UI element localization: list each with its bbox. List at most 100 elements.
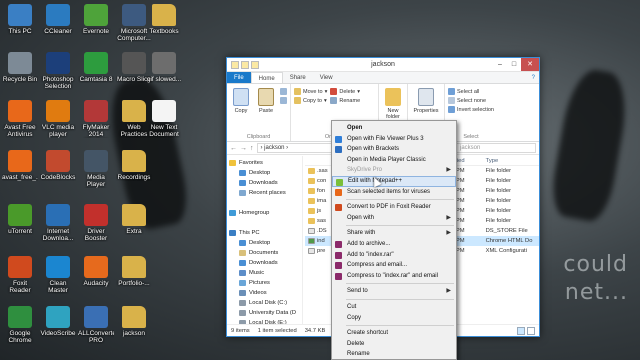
desktop-icon-item[interactable]: CCleaner xyxy=(40,4,76,35)
back-arrow-icon[interactable]: ← xyxy=(230,145,237,152)
winrar-icon xyxy=(335,251,342,259)
move-to-button[interactable]: Move to ▾ xyxy=(294,88,327,95)
details-view-icon[interactable] xyxy=(517,326,525,335)
menu-item-label: Delete xyxy=(347,340,365,347)
nav-pc-downloads[interactable]: Downloads xyxy=(227,258,302,268)
menu-item-delete[interactable]: Delete xyxy=(332,339,456,350)
desktop-icon-item[interactable]: CodeBlocks xyxy=(40,150,76,181)
desktop-icon-item[interactable]: Photoshop Selection xyxy=(40,52,76,90)
menu-item-rename[interactable]: Rename xyxy=(332,349,456,360)
desktop-icon-item[interactable]: jackson xyxy=(116,306,152,337)
desktop-icon-item[interactable]: This PC xyxy=(2,4,38,35)
menu-item-send-to[interactable]: Send to ▶ xyxy=(332,286,456,297)
nav-this-pc[interactable]: This PC xyxy=(227,228,302,238)
rename-button[interactable]: Rename xyxy=(330,97,360,104)
menu-item-open-with[interactable]: Open with ▶ xyxy=(332,213,456,224)
menu-item-create-shortcut[interactable]: Create shortcut xyxy=(332,328,456,339)
tab-share[interactable]: Share xyxy=(283,72,313,83)
select-none-button[interactable]: Select none xyxy=(448,97,494,104)
menu-item-scan-selected-items-for-viruses[interactable]: Scan selected items for viruses xyxy=(332,187,456,198)
desktop-icon-label: VLC media player xyxy=(41,124,75,138)
desktop-icon-item[interactable]: avast_free_... xyxy=(2,150,38,181)
copy-path-button[interactable] xyxy=(280,97,287,104)
star-icon xyxy=(229,160,236,166)
nav-university-d[interactable]: University Data (D xyxy=(227,308,302,318)
tab-home[interactable]: Home xyxy=(250,72,283,83)
cut-button[interactable] xyxy=(280,88,287,95)
menu-item-label: Open xyxy=(347,125,363,131)
help-icon[interactable]: ? xyxy=(528,72,539,83)
desktop-icon-item[interactable]: Recycle Bin xyxy=(2,52,38,83)
desktop-icon-item[interactable]: Extra xyxy=(116,204,152,235)
file-name: con xyxy=(317,178,327,184)
desktop-icon-item[interactable]: Avast Free Antivirus xyxy=(2,100,38,138)
nav-favorites[interactable]: Favorites xyxy=(227,158,302,168)
file-type: File folder xyxy=(485,168,512,174)
desktop-icon-item[interactable]: Portfolio-... xyxy=(116,256,152,287)
desktop-icon-item[interactable]: Internet Downloa... xyxy=(40,204,76,242)
menu-item-convert-to-pdf-in-foxit-reader[interactable]: Convert to PDF in Foxit Reader xyxy=(332,202,456,213)
nav-downloads[interactable]: Downloads xyxy=(227,178,302,188)
menu-item-open-with-file-viewer-plus-3[interactable]: Open with File Viewer Plus 3 xyxy=(332,134,456,145)
menu-item-open-in-media-player-classic[interactable]: Open in Media Player Classic xyxy=(332,155,456,166)
desktop-icon-item[interactable]: ALLConverter PRO xyxy=(78,306,114,344)
ccleaner-icon xyxy=(46,4,70,26)
nav-documents[interactable]: Documents xyxy=(227,248,302,258)
nav-desktop[interactable]: Desktop xyxy=(227,168,302,178)
drive-icon xyxy=(239,310,246,316)
desktop-icon-item[interactable]: Evernote xyxy=(78,4,114,35)
column-type[interactable]: Type xyxy=(483,156,539,165)
nav-pictures[interactable]: Pictures xyxy=(227,278,302,288)
copy-to-button[interactable]: Copy to ▾ xyxy=(294,97,327,104)
nav-videos[interactable]: Videos xyxy=(227,288,302,298)
menu-item-open[interactable]: Open xyxy=(332,123,456,134)
desktop-icon-item[interactable]: gif slowed... xyxy=(146,52,182,83)
menu-item-label: Open with xyxy=(347,214,375,221)
desktop-icon-item[interactable]: Media Player Classic xyxy=(78,150,114,188)
search-input[interactable]: jackson xyxy=(456,143,536,153)
desktop-icon-item[interactable]: Textbooks xyxy=(146,4,182,35)
delete-button[interactable]: Delete ▾ xyxy=(330,88,360,95)
select-all-button[interactable]: Select all xyxy=(448,88,494,95)
invert-selection-button[interactable]: Invert selection xyxy=(448,106,494,113)
folder-icon xyxy=(122,204,146,226)
context-menu: Open Open with File Viewer Plus 3 Open wit… xyxy=(331,120,457,360)
desktop-icon-item[interactable]: Foxit Reader xyxy=(2,256,38,294)
nav-homegroup[interactable]: Homegroup xyxy=(227,208,302,218)
desktop-icon-item[interactable]: Recordings xyxy=(116,150,152,181)
title-bar[interactable]: jackson – □ ✕ xyxy=(227,58,539,72)
folder-icon xyxy=(122,100,146,122)
menu-item-share-with[interactable]: Share with ▶ xyxy=(332,228,456,239)
menu-item-compress-and-email[interactable]: Compress and email... xyxy=(332,260,456,271)
copy-button[interactable]: Copy xyxy=(230,86,252,132)
desktop-icon-item[interactable]: uTorrent xyxy=(2,204,38,235)
menu-item-cut[interactable]: Cut xyxy=(332,302,456,313)
folder-icon xyxy=(122,306,146,328)
nav-music[interactable]: Music xyxy=(227,268,302,278)
up-arrow-icon[interactable]: ↑ xyxy=(250,145,254,152)
forward-arrow-icon[interactable]: → xyxy=(240,145,247,152)
menu-item-skydrive-pro[interactable]: SkyDrive Pro ▶ xyxy=(332,165,456,176)
menu-item-add-to-archive[interactable]: Add to archive... xyxy=(332,239,456,250)
desktop-icon-item[interactable]: New Text Document xyxy=(146,100,182,138)
desktop-icon-item[interactable]: FlyMaker 2014 Khutbat xyxy=(78,100,114,138)
nav-local-c[interactable]: Local Disk (C:) xyxy=(227,298,302,308)
desktop-icon-item[interactable]: Clean Master xyxy=(40,256,76,294)
menu-item-edit-with-notepad[interactable]: Edit with Notepad++ xyxy=(332,175,456,187)
desktop-icon-item[interactable]: VideoScribe xyxy=(40,306,76,337)
desktop-icon-item[interactable]: Audacity xyxy=(78,256,114,287)
tab-file[interactable]: File xyxy=(227,72,251,83)
paste-button[interactable]: Paste xyxy=(255,86,277,132)
menu-item-copy[interactable]: Copy xyxy=(332,313,456,324)
desktop-icon-item[interactable]: Driver Booster xyxy=(78,204,114,242)
desktop-icon-item[interactable]: Camtasia 8 xyxy=(78,52,114,83)
menu-item-add-to-index-rar[interactable]: Add to "index.rar" xyxy=(332,250,456,261)
tab-view[interactable]: View xyxy=(313,72,340,83)
large-icons-view-icon[interactable] xyxy=(527,326,535,335)
menu-item-open-with-brackets[interactable]: Open with Brackets xyxy=(332,144,456,155)
desktop-icon-item[interactable]: VLC media player xyxy=(40,100,76,138)
menu-item-compress-to-index-rar-and-email[interactable]: Compress to "index.rar" and email xyxy=(332,271,456,282)
nav-pc-desktop[interactable]: Desktop xyxy=(227,238,302,248)
desktop-icon-item[interactable]: Google Chrome xyxy=(2,306,38,344)
nav-recent-places[interactable]: Recent places xyxy=(227,188,302,198)
